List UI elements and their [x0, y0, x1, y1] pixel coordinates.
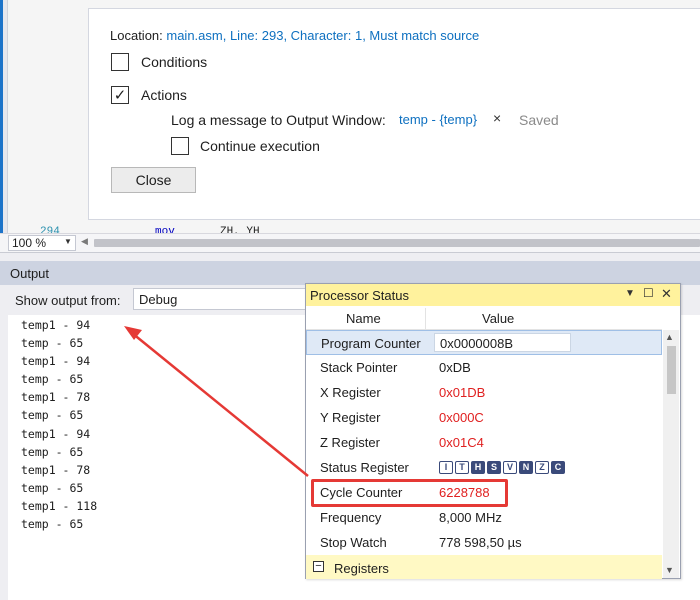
output-lines: temp1 - 94 temp - 65 temp1 - 94 temp - 6…	[21, 316, 97, 533]
editor-margin-border	[0, 0, 8, 233]
location-prefix: Location:	[110, 28, 167, 43]
table-row-program-counter[interactable]: Program Counter 0x0000008B	[306, 330, 662, 355]
column-divider[interactable]	[425, 308, 426, 329]
flag-s[interactable]: S	[487, 461, 501, 474]
table-row-status-register[interactable]: Status Register I T H S V N Z C	[306, 455, 662, 480]
scrollbar-thumb[interactable]	[667, 346, 676, 394]
output-line: temp1 - 118	[21, 498, 98, 513]
output-line: temp - 65	[21, 372, 84, 387]
column-header-name[interactable]: Name	[346, 311, 381, 326]
table-row-y-register[interactable]: Y Register 0x000C	[306, 405, 662, 430]
output-line: temp - 65	[21, 336, 84, 351]
scroll-down-icon[interactable]: ▼	[665, 565, 674, 575]
conditions-label: Conditions	[141, 54, 208, 70]
show-output-label: Show output from:	[15, 293, 121, 308]
collapse-icon[interactable]: −	[313, 561, 324, 572]
flag-t[interactable]: T	[455, 461, 469, 474]
row-name: Stack Pointer	[320, 360, 398, 375]
table-row-x-register[interactable]: X Register 0x01DB	[306, 380, 662, 405]
output-line: temp1 - 94	[21, 426, 91, 441]
continue-execution-checkbox[interactable]	[171, 137, 189, 155]
registers-group-label: Registers	[334, 561, 389, 576]
row-name: Program Counter	[321, 336, 421, 351]
output-line: temp1 - 94	[21, 318, 91, 332]
close-icon[interactable]: ✕	[661, 286, 672, 302]
program-counter-input[interactable]: 0x0000008B	[434, 333, 571, 352]
actions-checkbox[interactable]: ✓	[111, 86, 129, 104]
row-name: Y Register	[320, 410, 381, 425]
status-flags: I T H S V N Z C	[439, 461, 567, 474]
output-line: temp1 - 94	[21, 354, 91, 369]
output-title: Output	[10, 266, 50, 281]
flag-c[interactable]: C	[551, 461, 565, 474]
actions-label: Actions	[141, 87, 187, 103]
output-source-value: Debug	[139, 291, 178, 307]
scroll-up-icon[interactable]: ▲	[665, 332, 674, 342]
table-row-stop-watch[interactable]: Stop Watch 778 598,50 µs	[306, 530, 662, 555]
conditions-checkbox[interactable]	[111, 53, 129, 71]
close-icon[interactable]: ×	[493, 110, 501, 126]
row-name: Frequency	[320, 510, 382, 525]
horizontal-scrollbar[interactable]	[94, 239, 700, 247]
table-row-stack-pointer[interactable]: Stack Pointer 0xDB	[306, 355, 662, 380]
output-line: temp - 65	[21, 517, 84, 532]
row-value: 0x01DB	[439, 385, 486, 400]
output-line: temp - 65	[21, 444, 84, 459]
flag-v[interactable]: V	[503, 461, 517, 474]
row-name: X Register	[320, 385, 381, 400]
output-line: temp1 - 78	[21, 390, 91, 405]
processor-status-title: Processor Status	[310, 288, 409, 303]
close-button[interactable]: Close	[111, 167, 196, 193]
row-name: Status Register	[320, 460, 409, 475]
checkmark-icon: ✓	[113, 86, 127, 104]
flag-h[interactable]: H	[471, 461, 485, 474]
output-line: temp1 - 78	[21, 462, 91, 477]
row-name: Z Register	[320, 435, 380, 450]
cycle-counter-highlight	[311, 479, 508, 507]
column-header-value[interactable]: Value	[482, 311, 514, 326]
chevron-down-icon[interactable]: ▼	[625, 288, 635, 299]
output-source-select[interactable]: Debug	[133, 288, 313, 310]
breakpoint-location: Location: main.asm, Line: 293, Character…	[110, 28, 479, 43]
row-value: 0x000C	[439, 410, 484, 425]
row-value: 0xDB	[439, 360, 471, 375]
flag-n[interactable]: N	[519, 461, 533, 474]
output-titlebar	[0, 261, 700, 285]
log-message-label: Log a message to Output Window:	[171, 112, 386, 128]
zoom-value: 100 %	[12, 236, 47, 250]
chevron-down-icon[interactable]: ▼	[64, 237, 72, 246]
row-value: 778 598,50 µs	[439, 535, 522, 550]
saved-status: Saved	[519, 112, 559, 128]
maximize-icon[interactable]: ☐	[643, 286, 654, 300]
scroll-left-icon[interactable]: ◀	[81, 236, 88, 247]
flag-i[interactable]: I	[439, 461, 453, 474]
output-line: temp - 65	[21, 480, 84, 495]
continue-execution-label: Continue execution	[200, 138, 320, 154]
table-row-frequency[interactable]: Frequency 8,000 MHz	[306, 505, 662, 530]
flag-z[interactable]: Z	[535, 461, 549, 474]
location-link[interactable]: main.asm, Line: 293, Character: 1, Must …	[166, 28, 479, 43]
output-line: temp - 65	[21, 408, 84, 423]
row-name: Stop Watch	[320, 535, 387, 550]
row-value: 0x01C4	[439, 435, 484, 450]
row-value: 8,000 MHz	[439, 510, 502, 525]
log-message-input[interactable]: temp - {temp}	[399, 112, 477, 127]
table-row-z-register[interactable]: Z Register 0x01C4	[306, 430, 662, 455]
